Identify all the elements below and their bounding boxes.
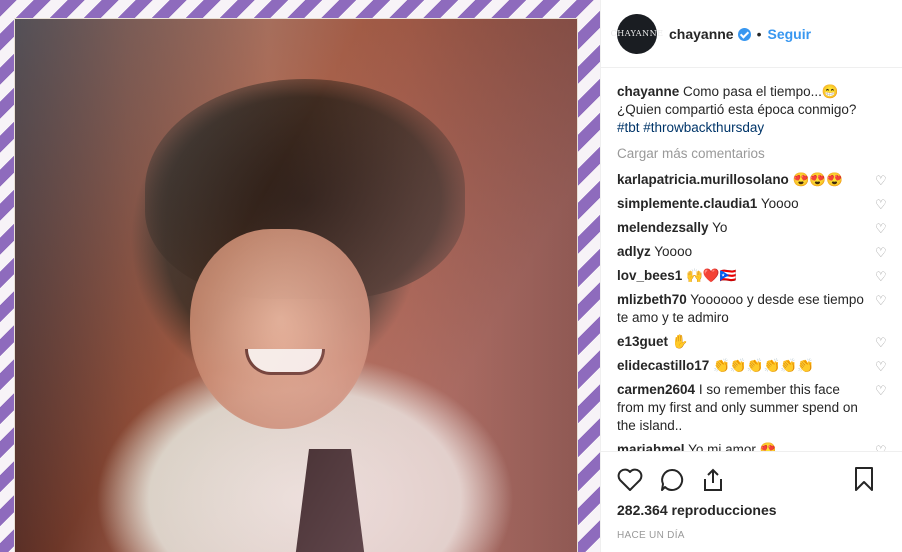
comments-list[interactable]: chayanne Como pasa el tiempo...😁 ¿Quien …: [601, 69, 902, 451]
post-header: CHAYANNE chayanne • Seguir: [601, 0, 902, 68]
comment-row: carmen2604 I so remember this face from …: [617, 381, 887, 435]
comment-row: mariahmel Yo mi amor 😍 ♡: [617, 441, 887, 451]
like-comment-icon[interactable]: ♡: [875, 336, 887, 349]
comment-text: 😍😍😍: [792, 172, 844, 187]
like-comment-icon[interactable]: ♡: [875, 360, 887, 373]
comment-username[interactable]: carmen2604: [617, 382, 695, 397]
like-comment-icon[interactable]: ♡: [875, 270, 887, 283]
comment-username[interactable]: mariahmel: [617, 442, 685, 451]
post-media[interactable]: [0, 0, 600, 552]
comment-username[interactable]: simplemente.claudia1: [617, 196, 757, 211]
comment-username[interactable]: karlapatricia.murillosolano: [617, 172, 789, 187]
caption-line2: ¿Quien compartió esta época conmigo?: [617, 102, 857, 117]
photo-tie: [295, 449, 365, 552]
comment-row: simplemente.claudia1 Yoooo ♡: [617, 195, 887, 213]
post-timestamp[interactable]: HACE UN DÍA: [617, 530, 887, 541]
like-comment-icon[interactable]: ♡: [875, 384, 887, 397]
comment-row: karlapatricia.murillosolano 😍😍😍 ♡: [617, 171, 887, 189]
comment-username[interactable]: elidecastillo17: [617, 358, 709, 373]
comment-username[interactable]: e13guet: [617, 334, 668, 349]
comment-username[interactable]: mlizbeth70: [617, 292, 687, 307]
verified-badge-icon: [737, 28, 751, 41]
separator-dot: •: [756, 25, 762, 42]
comment-text: ✋: [671, 334, 689, 349]
like-comment-icon[interactable]: ♡: [875, 222, 887, 235]
like-comment-icon[interactable]: ♡: [875, 174, 887, 187]
view-count[interactable]: 282.364 reproducciones: [617, 502, 887, 518]
comment-username[interactable]: melendezsally: [617, 220, 709, 235]
bookmark-icon[interactable]: [853, 466, 875, 492]
comment-icon[interactable]: [659, 467, 685, 493]
comment-row: lov_bees1 🙌❤️🇵🇷 ♡: [617, 267, 887, 285]
like-comment-icon[interactable]: ♡: [875, 246, 887, 259]
like-comment-icon[interactable]: ♡: [875, 294, 887, 307]
comment-row: adlyz Yoooo ♡: [617, 243, 887, 261]
author-username[interactable]: chayanne: [669, 26, 734, 42]
comment-text: Yo mi amor 😍: [688, 442, 777, 451]
photo-hair: [145, 79, 465, 299]
comment-username[interactable]: lov_bees1: [617, 268, 682, 283]
action-icons: [617, 460, 887, 500]
photo-face: [190, 229, 370, 429]
caption-username[interactable]: chayanne: [617, 84, 679, 99]
like-comment-icon[interactable]: ♡: [875, 198, 887, 211]
photo-smile: [245, 349, 325, 375]
comment-text: 🙌❤️🇵🇷: [686, 268, 737, 283]
comment-text: Yo: [712, 220, 728, 235]
comment-row: melendezsally Yo ♡: [617, 219, 887, 237]
post-caption: chayanne Como pasa el tiempo...😁 ¿Quien …: [617, 83, 887, 137]
comment-text: Yoooo: [654, 244, 693, 259]
post-photo: [14, 18, 578, 552]
post-actions: 282.364 reproducciones HACE UN DÍA: [601, 451, 902, 552]
heart-icon[interactable]: [617, 468, 643, 492]
comment-text: Yoooo: [760, 196, 799, 211]
avatar[interactable]: CHAYANNE: [611, 13, 663, 54]
comment-row: elidecastillo17 👏👏👏👏👏👏 ♡: [617, 357, 887, 375]
share-icon[interactable]: [701, 467, 725, 493]
caption-line1: Como pasa el tiempo...😁: [683, 84, 839, 99]
comment-text: 👏👏👏👏👏👏: [713, 358, 814, 373]
comment-username[interactable]: adlyz: [617, 244, 651, 259]
caption-hashtags[interactable]: #tbt #throwbackthursday: [617, 120, 764, 135]
comment-row: e13guet ✋ ♡: [617, 333, 887, 351]
post-sidebar: CHAYANNE chayanne • Seguir chayanne Como…: [600, 0, 902, 552]
comment-row: mlizbeth70 Yoooooo y desde ese tiempo te…: [617, 291, 887, 327]
load-more-comments[interactable]: Cargar más comentarios: [617, 145, 887, 163]
follow-button[interactable]: Seguir: [768, 26, 812, 42]
